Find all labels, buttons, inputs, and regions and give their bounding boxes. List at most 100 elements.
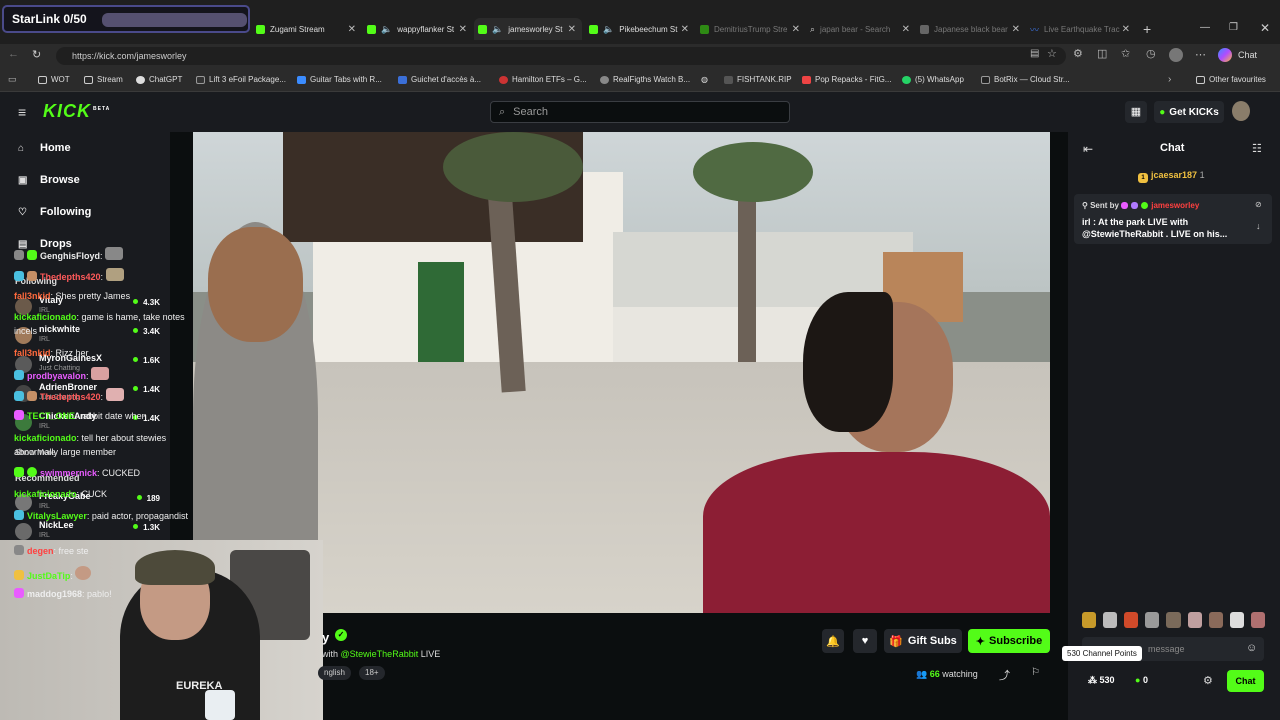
chat-message[interactable]: degen: free ste bbox=[14, 544, 200, 558]
mention-link[interactable]: @StewieTheRabbit bbox=[341, 649, 419, 659]
url-field[interactable]: https://kick.com/jamesworley bbox=[56, 47, 1066, 65]
chat-message[interactable]: Thedepths420: bbox=[14, 388, 200, 404]
reader-icon[interactable]: ▤ bbox=[1030, 48, 1039, 59]
chat-message[interactable]: GenghisFloyd: bbox=[14, 247, 200, 263]
kick-logo[interactable]: KICK BETA bbox=[43, 101, 110, 122]
get-kicks-button[interactable]: ● Get KICKs bbox=[1154, 101, 1224, 123]
tab-zugami[interactable]: Zugami Stream ✕ bbox=[256, 18, 356, 40]
bookmark-efoil[interactable]: Lift 3 eFoil Package... bbox=[196, 75, 286, 84]
close-icon[interactable]: ✕ bbox=[1012, 24, 1020, 35]
report-icon[interactable]: ⚐ bbox=[1031, 667, 1040, 678]
emoji-icon[interactable]: ☺ bbox=[1246, 642, 1257, 654]
language-tag[interactable]: nglish bbox=[318, 666, 351, 680]
minimize-button[interactable]: — bbox=[1200, 22, 1210, 33]
chat-message[interactable]: Thedepths420: bbox=[14, 268, 200, 284]
bookmark-whatsapp[interactable]: (5) WhatsApp bbox=[902, 75, 964, 84]
window-close-button[interactable]: ✕ bbox=[1260, 21, 1270, 35]
back-arrow-icon[interactable]: ← bbox=[8, 48, 19, 60]
send-chat-button[interactable]: Chat bbox=[1227, 670, 1264, 692]
tab-earthquake[interactable]: 〰 Live Earthquake Trac ✕ bbox=[1030, 18, 1130, 40]
emote-icon[interactable] bbox=[1250, 612, 1265, 628]
search-input[interactable]: ⌕ Search bbox=[490, 101, 790, 123]
menu-icon[interactable]: ≡ bbox=[18, 104, 26, 120]
history-icon[interactable]: ◷ bbox=[1146, 47, 1156, 60]
speaker-icon[interactable]: 🔈 bbox=[381, 24, 392, 35]
new-tab-button[interactable]: + bbox=[1143, 21, 1151, 37]
speaker-icon[interactable]: 🔈 bbox=[492, 24, 503, 35]
more-icon[interactable]: ⋯ bbox=[1195, 48, 1206, 61]
subscribe-button[interactable]: ✦ Subscribe bbox=[968, 629, 1050, 653]
tab-demitriustrump[interactable]: DemitriusTrump Stre ✕ bbox=[700, 18, 800, 40]
chat-message[interactable]: kickaficionado: game is hame, take notes… bbox=[14, 310, 200, 338]
star-icon[interactable]: ☆ bbox=[1047, 47, 1057, 60]
profile-avatar[interactable] bbox=[1169, 48, 1183, 62]
maximize-button[interactable]: ❐ bbox=[1229, 22, 1238, 33]
speaker-icon[interactable]: 🔈 bbox=[603, 24, 614, 35]
tab-wappyflanker[interactable]: 🔈 wappyflanker St ✕ bbox=[367, 18, 467, 40]
chat-message[interactable]: maddog1968: pablo! bbox=[14, 587, 200, 601]
favorites-icon[interactable]: ✩ bbox=[1121, 47, 1130, 60]
pinned-message[interactable]: ⚲ Sent by jamesworley irl : At the park … bbox=[1074, 194, 1272, 244]
bookmark-guichet[interactable]: Guichet d'accès à... bbox=[398, 75, 481, 84]
emote-icon[interactable] bbox=[1229, 612, 1244, 628]
split-icon[interactable]: ◫ bbox=[1097, 47, 1107, 60]
bookmark-fishtank[interactable]: FISHTANK.RIP bbox=[724, 75, 792, 84]
chat-message[interactable]: fall3nkid: Shes pretty James bbox=[14, 289, 200, 303]
chat-users-icon[interactable]: ☷ bbox=[1252, 142, 1262, 155]
chat-message[interactable]: fall3nkid: Rizz her bbox=[14, 346, 200, 360]
bookmark-chatgpt[interactable]: ChatGPT bbox=[136, 75, 182, 84]
chat-message[interactable]: JustDaTip: bbox=[14, 566, 200, 583]
close-icon[interactable]: ✕ bbox=[792, 24, 800, 35]
close-icon[interactable]: ✕ bbox=[1122, 24, 1130, 35]
collapse-chat-icon[interactable]: ⇤ bbox=[1083, 142, 1093, 156]
gift-subs-button[interactable]: 🎁 Gift Subs bbox=[884, 629, 962, 653]
close-icon[interactable]: ✕ bbox=[348, 24, 356, 35]
bookmark-wot[interactable]: WOT bbox=[38, 75, 70, 84]
share-icon[interactable]: ⤴ bbox=[999, 667, 1010, 683]
notification-bell-button[interactable]: 🔔 bbox=[822, 629, 844, 653]
tab-pikebeechum[interactable]: 🔈 Pikebeechum St ✕ bbox=[589, 18, 689, 40]
nav-following[interactable]: ♡ Following bbox=[18, 206, 91, 218]
close-icon[interactable]: ✕ bbox=[459, 24, 467, 35]
bookmark-globe[interactable]: ◍ bbox=[701, 75, 713, 84]
chevron-right-icon[interactable]: › bbox=[1168, 74, 1171, 85]
chat-message[interactable]: prodbyavalon: bbox=[14, 367, 200, 383]
nav-home[interactable]: ⌂ Home bbox=[18, 142, 71, 154]
follow-button[interactable]: ♥ bbox=[853, 629, 877, 653]
copilot-icon[interactable] bbox=[1218, 48, 1232, 62]
unpin-icon[interactable]: ⊘ bbox=[1255, 200, 1262, 209]
bookmark-realfigths[interactable]: RealFigths Watch B... bbox=[600, 75, 690, 84]
bookmark-pop-repacks[interactable]: Pop Repacks - FitG... bbox=[802, 75, 891, 84]
chat-message[interactable]: VitalysLawyer: paid actor, propagandist bbox=[14, 509, 200, 523]
bookmark-botrix[interactable]: BotRix — Cloud Str... bbox=[981, 75, 1070, 84]
emote-icon[interactable] bbox=[1082, 612, 1097, 628]
age-tag[interactable]: 18+ bbox=[359, 666, 385, 680]
bookmark-guitar-tabs[interactable]: Guitar Tabs with R... bbox=[297, 75, 382, 84]
tab-japanese-black-bear[interactable]: Japanese black bear ✕ bbox=[920, 18, 1020, 40]
bookmarks-toggle-icon[interactable]: ▭ bbox=[8, 74, 17, 85]
bookmark-hamilton[interactable]: Hamilton ETFs – G... bbox=[499, 75, 587, 84]
emote-icon[interactable] bbox=[1187, 612, 1202, 628]
user-avatar[interactable] bbox=[1232, 101, 1250, 121]
channel-points[interactable]: ⁂ 530 bbox=[1088, 675, 1115, 686]
expand-arrow-icon[interactable]: ↓ bbox=[1256, 221, 1261, 231]
refresh-icon[interactable]: ↻ bbox=[32, 48, 41, 61]
bookmark-stream[interactable]: Stream bbox=[84, 75, 123, 84]
recommended-channel[interactable]: NickLee IRL 1.3K bbox=[15, 520, 165, 540]
emote-icon[interactable] bbox=[1124, 612, 1139, 628]
bookmark-other-favourites[interactable]: Other favourites bbox=[1196, 75, 1266, 84]
copilot-chat-label[interactable]: Chat bbox=[1238, 50, 1257, 60]
chat-message[interactable]: kickaficionado: CUCK bbox=[14, 487, 200, 501]
emote-icon[interactable] bbox=[1166, 612, 1181, 628]
nav-browse[interactable]: ▣ Browse bbox=[18, 174, 80, 186]
gear-icon[interactable]: ⚙ bbox=[1203, 674, 1213, 687]
emote-icon[interactable] bbox=[1208, 612, 1223, 628]
close-icon[interactable]: ✕ bbox=[902, 24, 910, 35]
chat-message[interactable]: kickaficionado: tell her about stewies a… bbox=[14, 431, 200, 459]
tab-japan-bear-search[interactable]: ⌕ japan bear - Search ✕ bbox=[810, 18, 910, 40]
kicks-balance[interactable]: ● 0 bbox=[1135, 675, 1148, 685]
layout-icon[interactable]: ▦ bbox=[1125, 101, 1147, 123]
close-icon[interactable]: ✕ bbox=[568, 24, 576, 35]
emote-icon[interactable] bbox=[1145, 612, 1160, 628]
emote-icon[interactable] bbox=[1103, 612, 1118, 628]
